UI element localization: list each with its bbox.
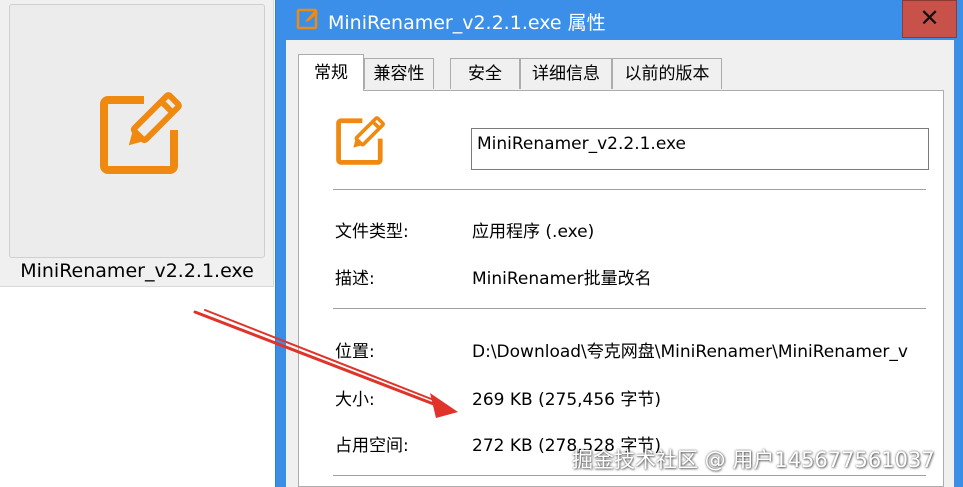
close-icon: ✕ [919,4,940,32]
watermark: 掘金技术社区 @ 用户145677561037 [572,448,935,472]
dialog-client-area: 常规 兼容性 安全 详细信息 以前的版本 MiniRenamer_v2.2.1.… [286,40,954,487]
divider [333,308,926,309]
size-value: 269 KB (275,456 字节) [472,390,662,410]
tab-general[interactable]: 常规 [298,54,364,91]
tab-label: 常规 [314,63,348,83]
divider [333,189,926,190]
title-bar[interactable]: MiniRenamer_v2.2.1.exe 属性 ✕ [276,0,963,40]
tab-compatibility[interactable]: 兼容性 [364,58,434,89]
location-value[interactable]: D:\Download\夸克网盘\MiniRenamer\MiniRenamer… [472,337,918,362]
file-tile[interactable]: MiniRenamer_v2.2.1.exe [0,0,274,287]
tab-security[interactable]: 安全 [450,58,520,89]
tab-label: 详细信息 [532,64,600,84]
divider [333,475,926,476]
file-thumbnail[interactable] [9,4,265,258]
properties-window: MiniRenamer_v2.2.1.exe 属性 ✕ 常规 兼容性 安全 详细… [275,0,963,487]
tab-label: 兼容性 [373,64,425,84]
tab-label: 以前的版本 [624,64,710,84]
file-type-label: 文件类型: [335,222,409,242]
size-label: 大小: [335,390,375,410]
disk-size-label: 占用空间: [335,436,409,456]
description-value: MiniRenamer批量改名 [472,269,652,289]
tab-details[interactable]: 详细信息 [520,58,612,89]
tab-label: 安全 [468,64,502,84]
window-title: MiniRenamer_v2.2.1.exe 属性 [328,12,606,34]
general-panel: MiniRenamer_v2.2.1.exe 文件类型: 应用程序 (.exe)… [298,90,944,487]
app-icon [296,8,318,30]
file-name-field[interactable]: MiniRenamer_v2.2.1.exe [471,128,929,170]
edit-icon [100,92,182,174]
description-label: 描述: [335,269,375,289]
location-label: 位置: [335,342,375,362]
tab-previous-versions[interactable]: 以前的版本 [612,58,722,89]
file-name-label: MiniRenamer_v2.2.1.exe [20,260,254,282]
file-type-value: 应用程序 (.exe) [472,222,595,242]
file-type-icon [336,116,385,165]
close-button[interactable]: ✕ [902,0,957,38]
